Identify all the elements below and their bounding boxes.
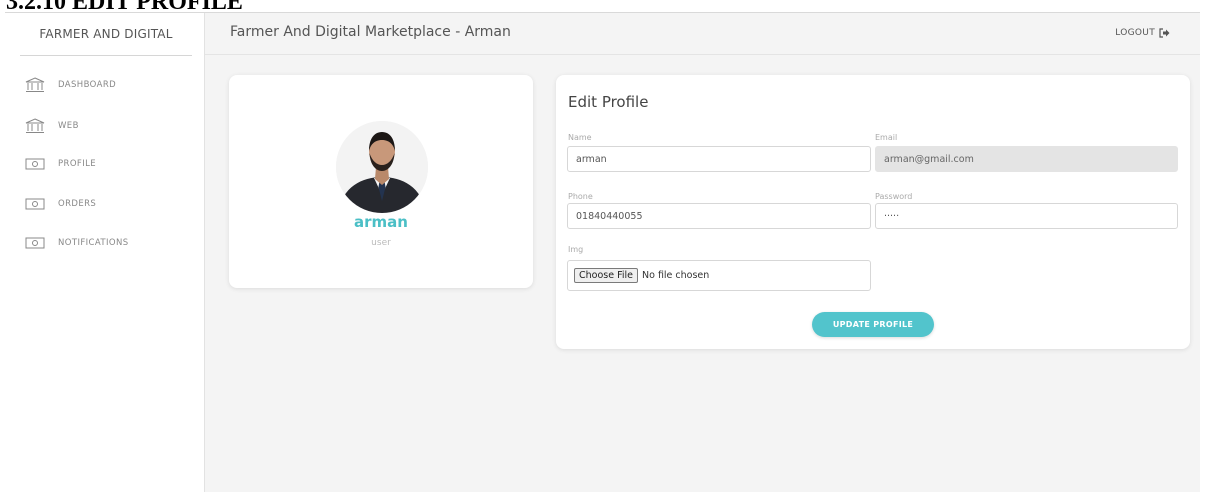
name-field[interactable]: arman — [567, 146, 871, 172]
sidebar-item-notifications[interactable]: NOTIFICATIONS — [25, 235, 129, 251]
edit-profile-title: Edit Profile — [568, 93, 649, 111]
main-content: Farmer And Digital Marketplace - Arman L… — [205, 13, 1200, 492]
bank-icon — [25, 118, 45, 133]
sidebar-item-label: NOTIFICATIONS — [58, 238, 129, 248]
money-icon — [25, 198, 45, 210]
brand-title: FARMER AND DIGITAL — [20, 13, 192, 56]
money-icon — [25, 237, 45, 249]
sidebar-item-label: PROFILE — [58, 159, 97, 169]
email-value: arman@gmail.com — [884, 153, 974, 165]
choose-file-button[interactable]: Choose File — [574, 268, 638, 283]
logout-button[interactable]: LOGOUT — [1115, 28, 1170, 38]
file-input[interactable]: Choose File No file chosen — [567, 260, 871, 291]
email-label: Email — [875, 133, 898, 142]
file-status: No file chosen — [642, 270, 710, 281]
page-title: Farmer And Digital Marketplace - Arman — [230, 24, 511, 40]
sidebar-item-label: DASHBOARD — [58, 80, 117, 90]
phone-label: Phone — [568, 192, 593, 201]
name-label: Name — [568, 133, 592, 142]
sidebar-item-dashboard[interactable]: DASHBOARD — [25, 77, 116, 93]
sidebar-item-label: ORDERS — [58, 199, 97, 209]
profile-role: user — [371, 238, 391, 248]
edit-profile-card: Edit Profile Name arman Email arman@gmai… — [556, 75, 1190, 349]
password-label: Password — [875, 192, 913, 201]
sidebar-item-web[interactable]: WEB — [25, 118, 79, 134]
name-value: arman — [576, 153, 607, 165]
sidebar-item-orders[interactable]: ORDERS — [25, 196, 96, 212]
topbar: Farmer And Digital Marketplace - Arman L… — [205, 13, 1200, 55]
password-value: ····· — [884, 210, 900, 222]
password-field[interactable]: ····· — [875, 203, 1178, 229]
phone-value: 01840440055 — [576, 210, 643, 222]
sidebar: FARMER AND DIGITAL DASHBOARD WEB PROFILE… — [5, 13, 205, 492]
sidebar-item-profile[interactable]: PROFILE — [25, 156, 96, 172]
money-icon — [25, 158, 45, 170]
avatar — [336, 121, 428, 213]
bank-icon — [25, 77, 45, 92]
email-field[interactable]: arman@gmail.com — [875, 146, 1178, 172]
img-label: Img — [568, 245, 584, 254]
update-profile-button[interactable]: UPDATE PROFILE — [812, 312, 934, 337]
app-frame: FARMER AND DIGITAL DASHBOARD WEB PROFILE… — [5, 12, 1200, 492]
logout-label: LOGOUT — [1115, 28, 1155, 38]
user-photo — [336, 121, 428, 213]
sidebar-item-label: WEB — [58, 121, 79, 131]
phone-field[interactable]: 01840440055 — [567, 203, 871, 229]
profile-name: arman — [354, 213, 408, 231]
sign-out-icon — [1159, 28, 1170, 38]
profile-card: arman user — [229, 75, 533, 288]
